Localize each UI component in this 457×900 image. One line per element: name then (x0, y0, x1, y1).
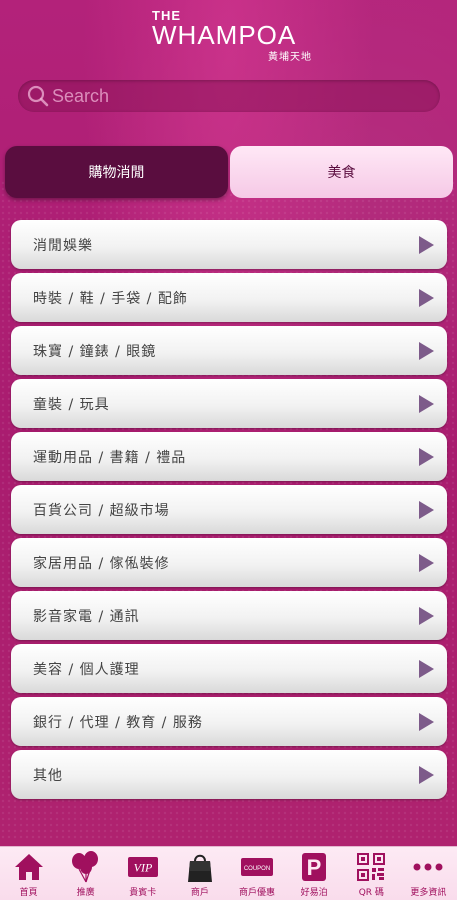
nav-easy-parking[interactable]: P 好易泊 (286, 847, 343, 900)
play-arrow-icon (419, 607, 434, 625)
play-arrow-icon (419, 660, 434, 678)
header: THE WHAMPOA 黃埔天地 (0, 0, 457, 70)
list-item-label: 影音家電 / 通訊 (33, 608, 140, 625)
list-item-label: 銀行 / 代理 / 教育 / 服務 (33, 714, 203, 731)
list-item[interactable]: 運動用品 / 書籍 / 禮品 (11, 432, 447, 481)
list-item[interactable]: 百貨公司 / 超級市場 (11, 485, 447, 534)
vip-icon: VIP (126, 851, 160, 883)
list-item-label: 家居用品 / 傢俬裝修 (33, 555, 170, 572)
list-item[interactable]: 銀行 / 代理 / 教育 / 服務 (11, 697, 447, 746)
nav-label: 更多資訊 (410, 888, 447, 898)
parking-icon: P (297, 851, 331, 883)
search-bar[interactable] (18, 80, 440, 112)
nav-label: 商戶優惠 (239, 888, 276, 898)
list-item-label: 消閒娛樂 (33, 237, 93, 254)
parking-icon-text: P (307, 855, 322, 880)
nav-label: 首頁 (19, 888, 38, 898)
logo-sub: 黃埔天地 (268, 52, 312, 63)
search-icon (26, 84, 50, 108)
play-arrow-icon (419, 766, 434, 784)
coupon-icon-text: COUPON (244, 866, 270, 872)
list-item[interactable]: 家居用品 / 傢俬裝修 (11, 538, 447, 587)
nav-shop-offers[interactable]: COUPON 商戶優惠 (229, 847, 286, 900)
nav-promotions[interactable]: 推廣 (57, 847, 114, 900)
balloons-icon (69, 851, 103, 883)
qr-code-icon (354, 851, 388, 883)
play-arrow-icon (419, 554, 434, 572)
list-item-label: 百貨公司 / 超級市場 (33, 502, 170, 519)
list-item-label: 童裝 / 玩具 (33, 396, 110, 413)
play-arrow-icon (419, 448, 434, 466)
nav-label: 好易泊 (300, 888, 328, 898)
list-item-label: 美容 / 個人護理 (33, 661, 140, 678)
nav-qr-code[interactable]: QR 碼 (343, 847, 400, 900)
list-item[interactable]: 影音家電 / 通訊 (11, 591, 447, 640)
nav-more-info[interactable]: 更多資訊 (400, 847, 457, 900)
list-item-label: 珠寶 / 鐘錶 / 眼鏡 (33, 343, 157, 360)
list-item-label: 時裝 / 鞋 / 手袋 / 配飾 (33, 290, 188, 307)
search-input[interactable] (52, 80, 432, 112)
nav-label: 商戶 (190, 888, 209, 898)
play-arrow-icon (419, 342, 434, 360)
play-arrow-icon (419, 395, 434, 413)
nav-shops[interactable]: 商戶 (171, 847, 228, 900)
shopping-bag-icon (183, 851, 217, 883)
vip-icon-text: VIP (133, 861, 152, 875)
nav-home[interactable]: 首頁 (0, 847, 57, 900)
tab-shopping-leisure[interactable]: 購物消閒 (5, 146, 228, 198)
tab-dining[interactable]: 美食 (230, 146, 453, 198)
whampoa-logo[interactable]: THE WHAMPOA 黃埔天地 (152, 8, 312, 63)
category-tabs: 購物消閒 美食 (5, 146, 453, 198)
more-icon (411, 851, 445, 883)
list-item[interactable]: 珠寶 / 鐘錶 / 眼鏡 (11, 326, 447, 375)
list-item[interactable]: 美容 / 個人護理 (11, 644, 447, 693)
nav-label: 貴賓卡 (129, 888, 157, 898)
list-item[interactable]: 消閒娛樂 (11, 220, 447, 269)
play-arrow-icon (419, 289, 434, 307)
list-item-label: 其他 (33, 767, 63, 784)
home-icon (12, 851, 46, 883)
nav-label: QR 碼 (358, 888, 384, 898)
play-arrow-icon (419, 713, 434, 731)
list-item-label: 運動用品 / 書籍 / 禮品 (33, 449, 187, 466)
list-item[interactable]: 童裝 / 玩具 (11, 379, 447, 428)
bottom-nav: 首頁 推廣 VIP 貴賓卡 商戶 COUPON 商戶優惠 P 好易泊 QR 碼 … (0, 846, 457, 900)
play-arrow-icon (419, 236, 434, 254)
logo-main: WHAMPOA (152, 20, 297, 50)
list-item[interactable]: 其他 (11, 750, 447, 799)
coupon-icon: COUPON (240, 851, 274, 883)
list-item[interactable]: 時裝 / 鞋 / 手袋 / 配飾 (11, 273, 447, 322)
nav-label: 推廣 (76, 888, 95, 898)
play-arrow-icon (419, 501, 434, 519)
nav-vip-card[interactable]: VIP 貴賓卡 (114, 847, 171, 900)
